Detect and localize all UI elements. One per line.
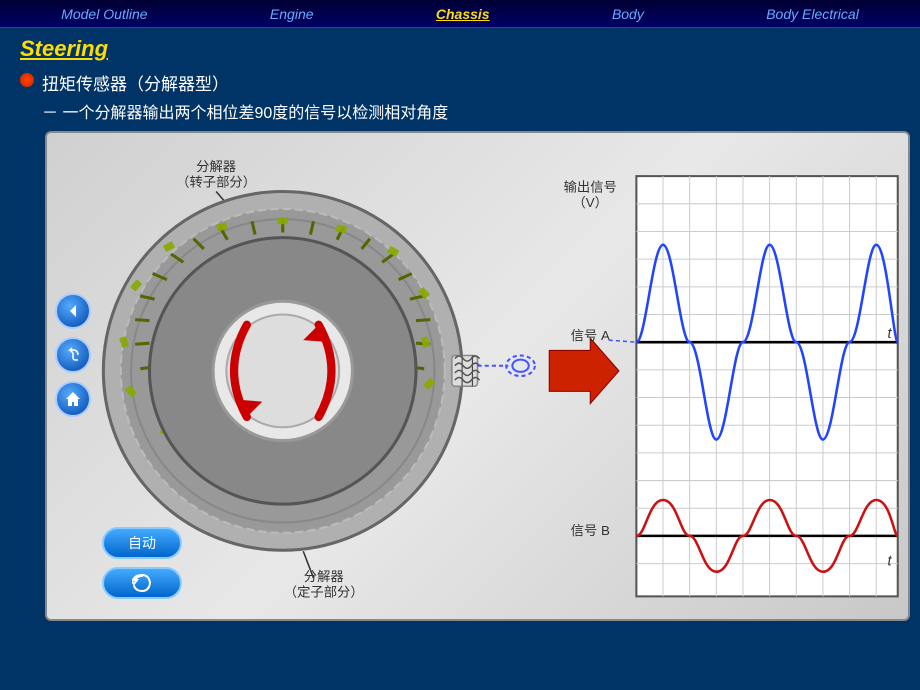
svg-text:（转子部分）: （转子部分） <box>176 174 256 189</box>
auto-button-label: 自动 <box>128 533 156 553</box>
svg-text:输出信号: 输出信号 <box>564 180 617 195</box>
svg-text:分解器: 分解器 <box>304 569 344 584</box>
page-title: Steering <box>20 36 900 62</box>
content-section: 扭矩传感器（分解器型） － 一个分解器输出两个相位差90度的信号以检测相对角度 <box>20 70 900 123</box>
home-button[interactable] <box>55 381 91 417</box>
auto-button[interactable]: 自动 <box>102 527 182 559</box>
nav-chassis[interactable]: Chassis <box>426 4 500 24</box>
svg-text:（V）: （V） <box>572 195 608 210</box>
back-button[interactable] <box>55 337 91 373</box>
bullet-icon <box>20 73 34 87</box>
bullet-main: 扭矩传感器（分解器型） <box>20 70 900 95</box>
svg-text:分解器: 分解器 <box>196 159 236 174</box>
bullet-main-text: 扭矩传感器（分解器型） <box>42 70 229 95</box>
bullet-sub-text: － 一个分解器输出两个相位差90度的信号以检测相对角度 <box>42 99 900 123</box>
nav-body[interactable]: Body <box>602 4 654 24</box>
prev-button[interactable] <box>55 293 91 329</box>
replay-button[interactable] <box>102 567 182 599</box>
replay-icon <box>132 573 152 593</box>
svg-text:信号 B: 信号 B <box>571 523 610 538</box>
nav-bar: Model Outline Engine Chassis Body Body E… <box>0 0 920 28</box>
nav-body-electrical[interactable]: Body Electrical <box>756 4 869 24</box>
svg-text:信号 A: 信号 A <box>571 328 610 343</box>
nav-model-outline[interactable]: Model Outline <box>51 4 157 24</box>
nav-engine[interactable]: Engine <box>260 4 324 24</box>
svg-text:（定子部分）: （定子部分） <box>284 584 364 599</box>
diagram-container: 分解器 （转子部分） <box>45 131 910 621</box>
